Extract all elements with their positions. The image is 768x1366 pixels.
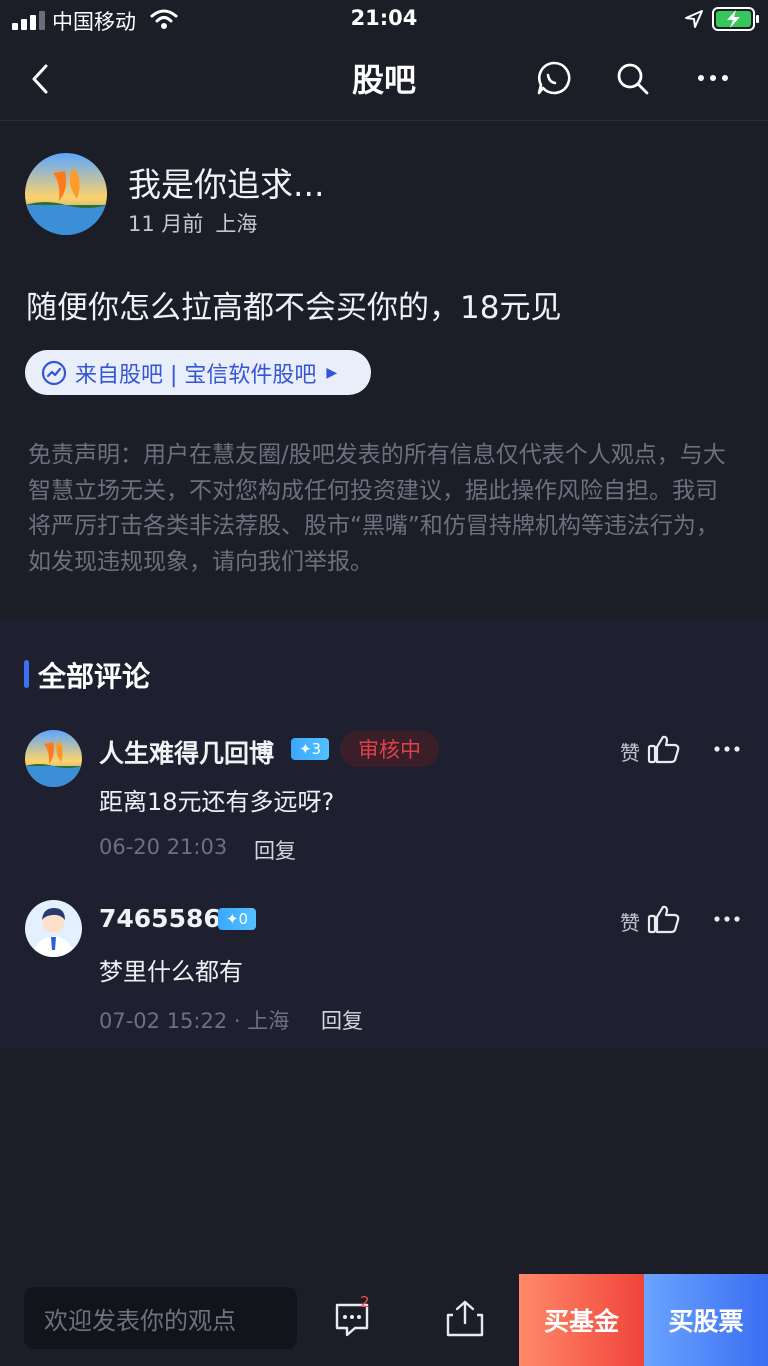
status-time: 21:04 [350,6,418,30]
comment-username[interactable]: 7465586 [99,904,221,933]
comments-title: 全部评论 [38,660,151,693]
post-meta: 11 月前 上海 [128,208,257,238]
comment-username[interactable]: 人生难得几回博 [99,734,274,770]
comment-time: 07-02 15:22 · 上海 [99,1009,290,1033]
chat-icon[interactable] [536,60,572,96]
chevron-right-icon: ▶ [326,364,338,381]
more-icon[interactable] [714,914,740,924]
comment-input[interactable]: 欢迎发表你的观点 [24,1287,297,1349]
battery-charging-icon [712,7,759,31]
post-time: 11 月前 [128,212,204,236]
comment-avatar[interactable] [25,900,82,957]
trend-link-icon [41,360,67,385]
page-title: 股吧 [351,61,416,99]
more-icon[interactable] [697,72,729,84]
comment-text: 距离18元还有多远呀? [99,788,335,816]
like-icon[interactable] [647,904,681,934]
level-badge: ✦0 [218,908,256,930]
post-location: 上海 [215,212,258,236]
post-author-name[interactable]: 我是你追求... [128,158,324,206]
reply-button[interactable]: 回复 [254,835,296,865]
comment-avatar[interactable] [25,730,82,787]
level-badge: ✦3 [291,738,329,760]
like-label[interactable]: 赞 [620,907,640,936]
location-arrow-icon [685,10,703,28]
section-accent-bar [24,660,29,688]
reply-button[interactable]: 回复 [321,1005,363,1035]
comment-count-badge: 2 [360,1293,370,1311]
share-icon[interactable] [445,1299,485,1339]
review-status-badge: 审核中 [340,731,439,767]
more-icon[interactable] [714,744,740,754]
comment-time: 06-20 21:03 [99,835,228,859]
post-content: 随便你怎么拉高都不会买你的，18元见 [26,290,562,326]
source-link[interactable]: 来自股吧 | 宝信软件股吧 ▶ [25,350,371,395]
search-icon[interactable] [615,61,651,97]
buy-fund-button[interactable]: 买基金 [519,1274,644,1366]
disclaimer-text: 免责声明：用户在慧友圈/股吧发表的所有信息仅代表个人观点，与大智慧立场无关，不对… [28,442,726,575]
buy-stock-button[interactable]: 买股票 [644,1274,768,1366]
like-label[interactable]: 赞 [620,737,640,766]
like-icon[interactable] [647,734,681,764]
author-avatar[interactable] [25,153,107,235]
comment-text: 梦里什么都有 [99,958,243,986]
source-label: 来自股吧 | 宝信软件股吧 [75,362,317,388]
